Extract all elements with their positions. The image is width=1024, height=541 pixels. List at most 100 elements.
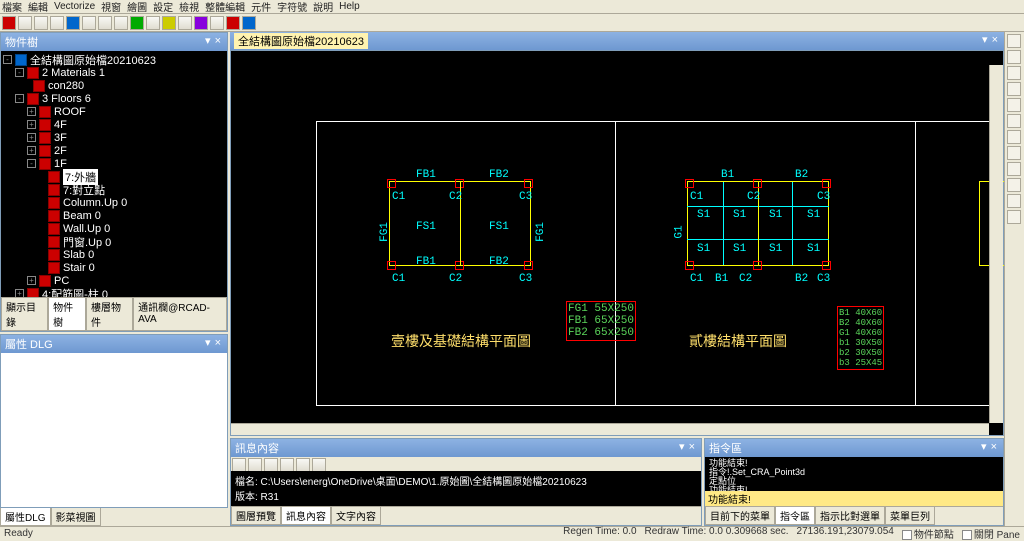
tool-icon[interactable]: [1007, 130, 1021, 144]
tool-icon[interactable]: [1007, 82, 1021, 96]
expand-icon[interactable]: +: [27, 133, 36, 142]
tool-icon[interactable]: [146, 16, 160, 30]
tool-icon[interactable]: [18, 16, 32, 30]
tree-item[interactable]: Stair 0: [63, 262, 95, 274]
tool-icon[interactable]: [82, 16, 96, 30]
tool-icon[interactable]: [296, 458, 310, 472]
tool-icon[interactable]: [1007, 50, 1021, 64]
cmd-body[interactable]: 功能結束! 指令!.Set_CRA_Point3d 定點位 功能結束! 指令!.…: [705, 457, 1003, 491]
menu-item[interactable]: 設定: [153, 0, 173, 14]
menu-item[interactable]: 字符號: [277, 0, 307, 14]
tree-item[interactable]: 3 Floors 6: [42, 93, 91, 105]
menu-item[interactable]: 檢視: [179, 0, 199, 14]
tab-active[interactable]: 物件樹: [48, 298, 86, 331]
menu-item[interactable]: 說明: [313, 0, 333, 14]
tool-icon[interactable]: [242, 16, 256, 30]
scrollbar-h[interactable]: [231, 423, 989, 435]
expand-icon[interactable]: +: [27, 120, 36, 129]
canvas-tab[interactable]: 全結構圖原始檔20210623: [234, 33, 368, 49]
canvas[interactable]: FB1 FB2 FB1 FB2 C1 C2 C3 C1 C2 C3 FG1 FG…: [230, 50, 1004, 436]
tool-icon[interactable]: [226, 16, 240, 30]
checkbox-icon[interactable]: [902, 530, 912, 540]
tab[interactable]: 文字內容: [331, 507, 381, 525]
tree-item[interactable]: Column.Up 0: [63, 197, 127, 209]
tree-item[interactable]: 2F: [54, 145, 67, 157]
chevron-down-icon[interactable]: ▾: [980, 34, 990, 46]
tool-icon[interactable]: [280, 458, 294, 472]
dlg-body[interactable]: [1, 353, 227, 507]
pin-icon[interactable]: ▾: [203, 35, 213, 47]
tree-body[interactable]: -全結構圖原始檔20210623 -2 Materials 1 con280 -…: [1, 51, 227, 297]
tree-item[interactable]: 3F: [54, 132, 67, 144]
menu-item[interactable]: 整體編輯: [205, 0, 245, 14]
collapse-icon[interactable]: -: [27, 159, 36, 168]
pin-icon[interactable]: ▾: [979, 441, 989, 453]
menu-item[interactable]: Vectorize: [54, 1, 95, 12]
tab-active[interactable]: 指令區: [775, 507, 815, 525]
tree-root[interactable]: 全結構圖原始檔20210623: [30, 52, 156, 68]
tool-icon[interactable]: [1007, 194, 1021, 208]
tool-icon[interactable]: [130, 16, 144, 30]
tool-icon[interactable]: [1007, 146, 1021, 160]
tree-item[interactable]: 7:對立點: [63, 182, 105, 198]
pin-icon[interactable]: ▾: [203, 337, 213, 349]
scrollbar-v[interactable]: [989, 65, 1003, 423]
tab[interactable]: 菜單巨列: [885, 507, 935, 525]
tool-icon[interactable]: [194, 16, 208, 30]
tab[interactable]: 樓層物件: [86, 298, 133, 331]
tool-icon[interactable]: [1007, 98, 1021, 112]
tool-icon[interactable]: [1007, 210, 1021, 224]
tool-icon[interactable]: [210, 16, 224, 30]
menu-item[interactable]: 視窗: [101, 0, 121, 14]
collapse-icon[interactable]: -: [15, 94, 24, 103]
close-icon[interactable]: ×: [687, 441, 697, 453]
cmd-input[interactable]: 功能結束!: [705, 491, 1003, 506]
tool-icon[interactable]: [1007, 162, 1021, 176]
tool-icon[interactable]: [1007, 178, 1021, 192]
tool-icon[interactable]: [1007, 34, 1021, 48]
close-icon[interactable]: ×: [213, 337, 223, 349]
checkbox-icon[interactable]: [962, 530, 972, 540]
tool-icon[interactable]: [66, 16, 80, 30]
msg-body[interactable]: 檔名: C:\Users\energ\OneDrive\桌面\DEMO\1.原始…: [231, 471, 701, 506]
tool-icon[interactable]: [232, 458, 246, 472]
menu-item[interactable]: 編輯: [28, 0, 48, 14]
tool-icon[interactable]: [162, 16, 176, 30]
tree-item[interactable]: Beam 0: [63, 210, 101, 222]
tool-icon[interactable]: [34, 16, 48, 30]
menu-item[interactable]: 元件: [251, 0, 271, 14]
expand-icon[interactable]: +: [27, 146, 36, 155]
tree-item[interactable]: Slab 0: [63, 249, 94, 261]
tab[interactable]: 指示比對選單: [815, 507, 885, 525]
tool-icon[interactable]: [98, 16, 112, 30]
expand-icon[interactable]: +: [27, 276, 36, 285]
tool-icon[interactable]: [178, 16, 192, 30]
tool-icon[interactable]: [248, 458, 262, 472]
tab[interactable]: 通訊欄@RCAD-AVA: [133, 298, 227, 331]
tree-item[interactable]: con280: [48, 80, 84, 92]
collapse-icon[interactable]: -: [3, 55, 12, 64]
tree-item[interactable]: 4:配筋圖-柱 0: [42, 286, 108, 298]
tool-icon[interactable]: [1007, 66, 1021, 80]
menu-item[interactable]: 檔案: [2, 0, 22, 14]
tab-active[interactable]: 屬性DLG: [0, 508, 51, 526]
tool-icon[interactable]: [1007, 114, 1021, 128]
pin-icon[interactable]: ▾: [677, 441, 687, 453]
collapse-icon[interactable]: -: [15, 68, 24, 77]
tool-icon[interactable]: [264, 458, 278, 472]
tree-item[interactable]: 2 Materials 1: [42, 67, 105, 79]
menu-item[interactable]: 繪圖: [127, 0, 147, 14]
expand-icon[interactable]: +: [27, 107, 36, 116]
tool-icon[interactable]: [2, 16, 16, 30]
tree-item[interactable]: 4F: [54, 119, 67, 131]
close-icon[interactable]: ×: [990, 34, 1000, 46]
tree-item[interactable]: ROOF: [54, 106, 86, 118]
tab[interactable]: 顯示目錄: [1, 298, 48, 331]
tab-active[interactable]: 訊息內容: [281, 507, 331, 525]
tab[interactable]: 影菜視圖: [51, 508, 101, 526]
tool-icon[interactable]: [312, 458, 326, 472]
tab[interactable]: 圖層預覽: [231, 507, 281, 525]
menu-item[interactable]: Help: [339, 1, 360, 12]
tool-icon[interactable]: [114, 16, 128, 30]
close-icon[interactable]: ×: [213, 35, 223, 47]
